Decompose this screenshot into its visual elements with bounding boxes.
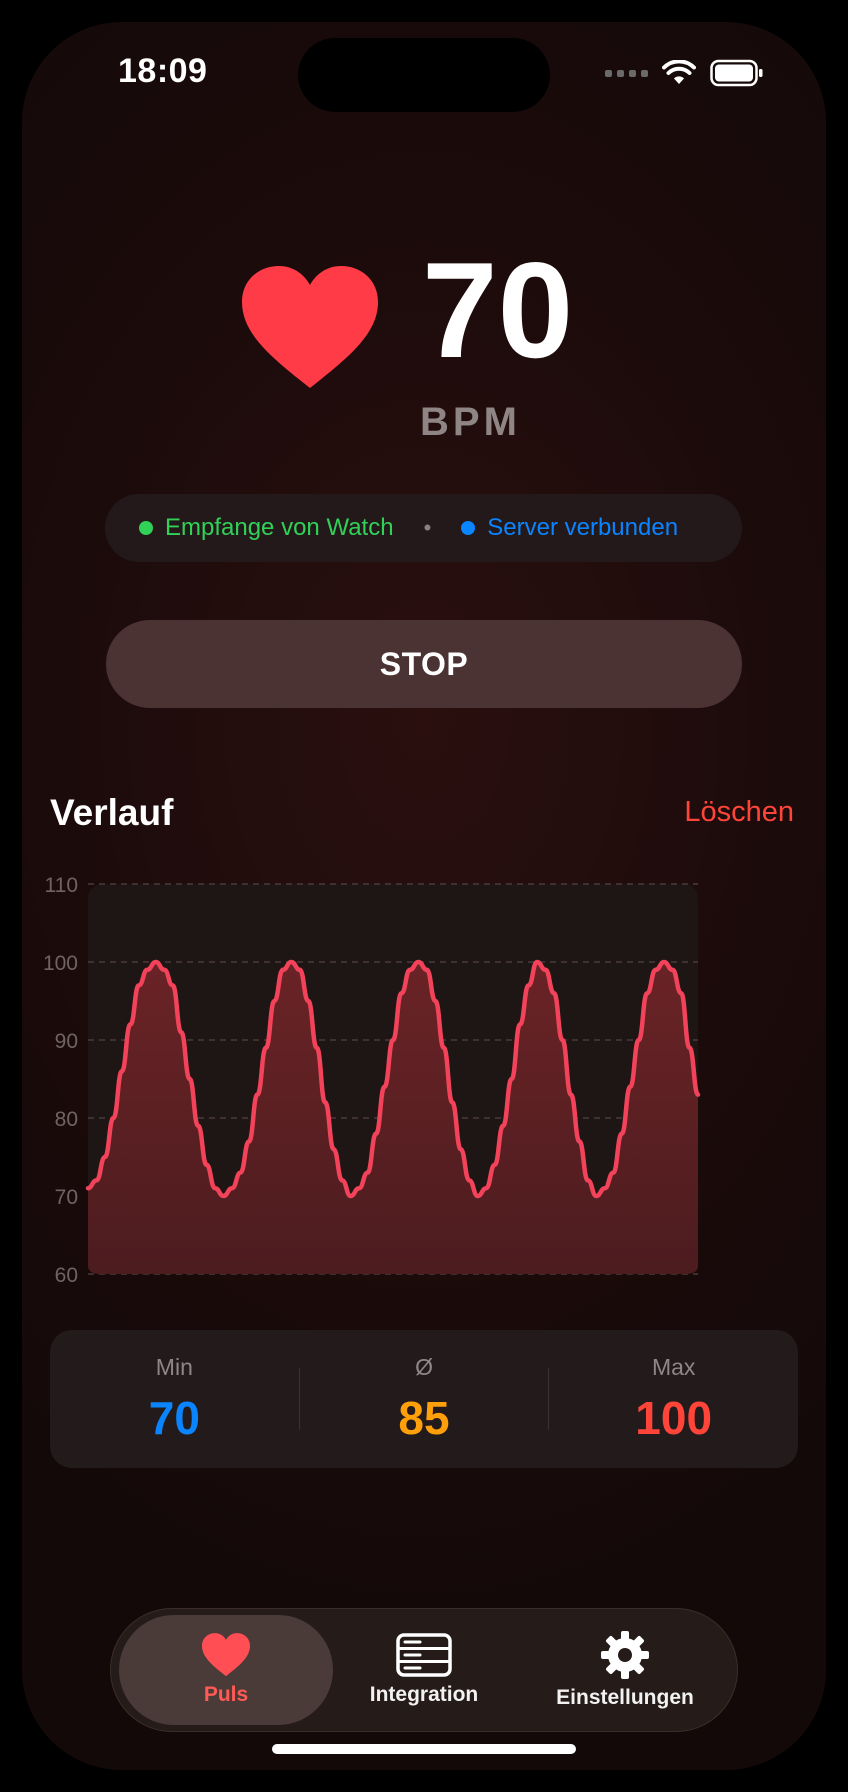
- history-title: Verlauf: [50, 792, 174, 833]
- stop-button[interactable]: STOP: [106, 620, 742, 708]
- tab-einstellungen[interactable]: Einstellungen: [519, 1615, 731, 1725]
- heart-rate-unit: BPM: [420, 400, 521, 444]
- tab-puls-label: Puls: [203, 1683, 249, 1706]
- chart-y-tick-label: 110: [45, 874, 78, 897]
- heart-rate-value: 70: [422, 234, 574, 386]
- status-time: 18:09: [118, 52, 208, 90]
- tab-einstellungen-label: Einstellungen: [556, 1686, 694, 1709]
- chart-y-tick-label: 90: [55, 1030, 78, 1053]
- stat-min-value: 70: [148, 1391, 200, 1444]
- gear-icon: [601, 1631, 649, 1679]
- clear-history-button[interactable]: Löschen: [684, 796, 794, 829]
- wifi-icon: [662, 60, 696, 84]
- tab-integration[interactable]: Integration: [339, 1615, 509, 1725]
- chart-y-tick-label: 80: [55, 1108, 78, 1131]
- chart-y-tick-label: 70: [55, 1186, 78, 1209]
- cellular-signal-icon: [605, 69, 648, 77]
- status-separator: •: [423, 515, 432, 540]
- server-status-label: Server verbunden: [487, 514, 679, 541]
- tab-bar: Puls Integration Einstellungen: [110, 1608, 738, 1732]
- heart-rate-chart: 110 100 90 80 70 60: [43, 874, 701, 1287]
- stat-min-label: Min: [155, 1353, 193, 1380]
- stat-max-label: Max: [651, 1353, 696, 1380]
- watch-status-label: Empfange von Watch: [165, 514, 394, 541]
- dynamic-island: [298, 38, 550, 112]
- connection-status: Empfange von Watch • Server verbunden: [105, 494, 742, 562]
- watch-status-dot: [139, 521, 153, 535]
- stats-panel: Min 70 Ø 85 Max 100: [50, 1330, 798, 1468]
- status-icons: [605, 58, 764, 88]
- tab-integration-label: Integration: [369, 1683, 479, 1706]
- server-icon: [396, 1633, 452, 1677]
- home-indicator[interactable]: [272, 1744, 576, 1754]
- heart-icon: [202, 1633, 250, 1677]
- stat-max: Max 100: [549, 1354, 798, 1445]
- device-frame: 18:09 70 BPM Empfange von Watch • Server…: [0, 0, 848, 1792]
- server-status-dot: [461, 521, 476, 535]
- stat-min: Min 70: [50, 1354, 299, 1445]
- chart-y-tick-label: 100: [43, 952, 78, 975]
- stat-avg-label: Ø: [415, 1353, 433, 1380]
- stat-avg-value: 85: [398, 1391, 450, 1444]
- heart-icon: [242, 266, 378, 388]
- screen: 18:09 70 BPM Empfange von Watch • Server…: [22, 22, 826, 1770]
- stat-avg: Ø 85: [300, 1354, 549, 1445]
- battery-icon: [710, 59, 763, 87]
- chart-y-tick-label: 60: [55, 1264, 78, 1287]
- tab-puls[interactable]: Puls: [119, 1615, 333, 1725]
- stat-max-value: 100: [635, 1391, 713, 1444]
